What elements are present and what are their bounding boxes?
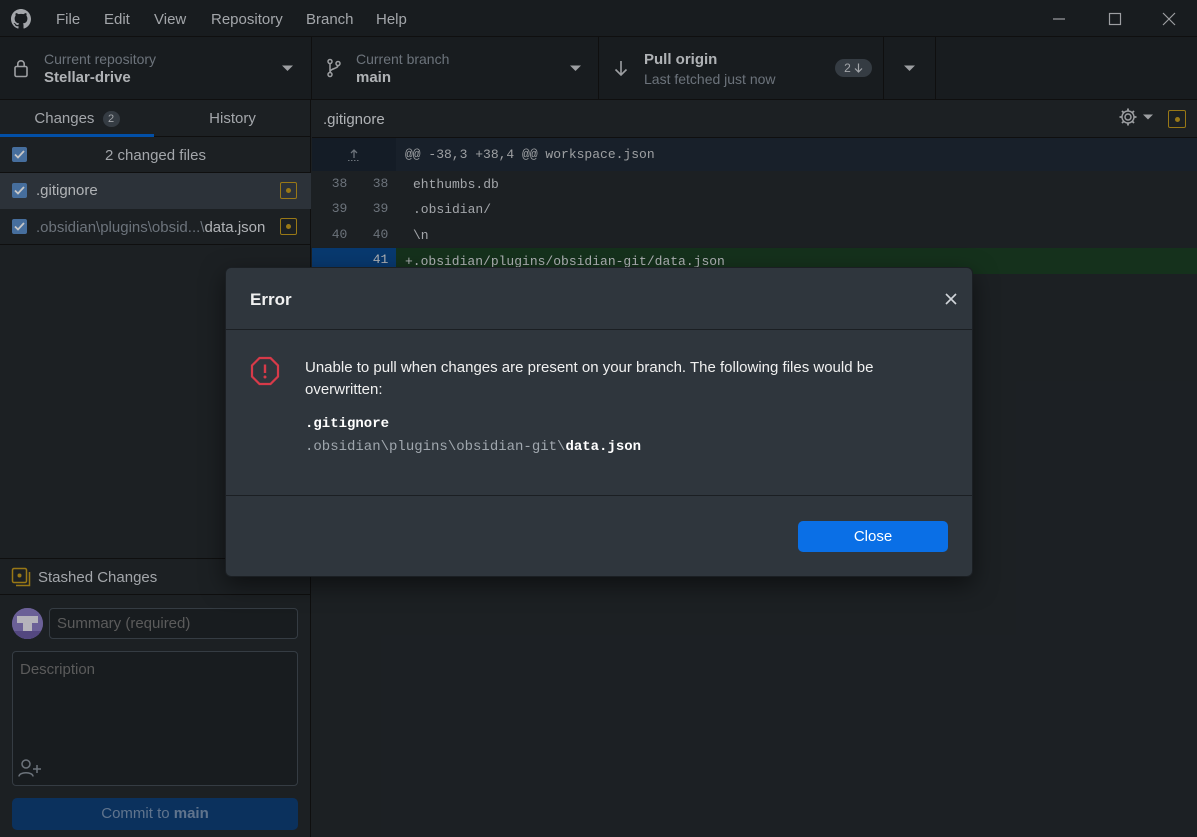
dialog-header: Error [226, 268, 972, 330]
overwritten-file-name: data.json [565, 439, 642, 455]
dialog-close-x-button[interactable] [940, 288, 962, 310]
close-icon [945, 293, 957, 305]
error-dialog: Error Unable to pull when changes are pr… [225, 267, 973, 577]
dialog-divider [226, 495, 972, 496]
dialog-title: Error [250, 290, 292, 309]
error-octagon-icon [250, 356, 280, 386]
error-message: Unable to pull when changes are present … [305, 359, 874, 398]
overwritten-file: .obsidian\plugins\obsidian-git\data.json [305, 439, 641, 455]
overwritten-file: .gitignore [305, 416, 390, 432]
overwritten-file-dir: .obsidian\plugins\obsidian-git\ [305, 439, 566, 455]
close-button[interactable]: Close [798, 521, 948, 552]
